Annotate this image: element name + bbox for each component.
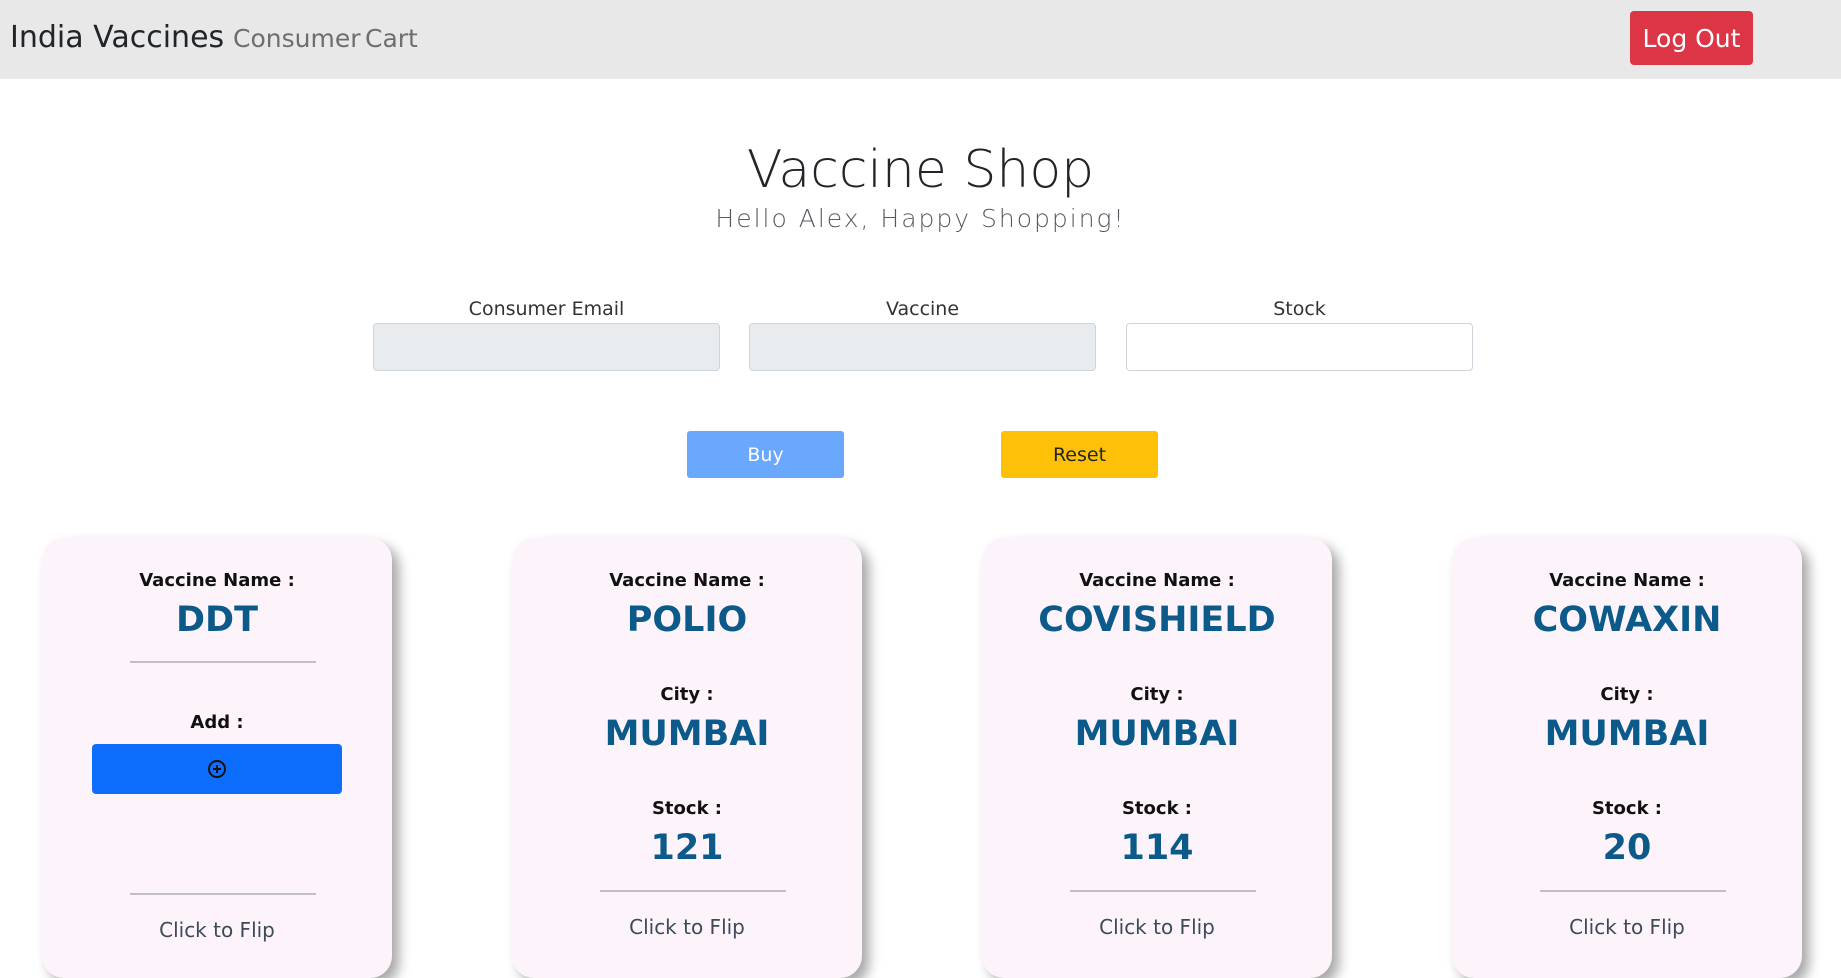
stock-label: Stock : [1591,798,1663,819]
city-value: MUMBAI [604,714,770,754]
vaccine-name-value: DDT [176,600,258,640]
brand-logo[interactable]: India Vaccines [10,20,224,55]
vaccine-card-polio[interactable]: Vaccine Name : POLIO City : MUMBAI Stock… [512,538,862,978]
click-to-flip[interactable]: Click to Flip [982,915,1332,939]
page-title: Vaccine Shop [746,140,1095,200]
city-label: City : [660,684,714,705]
divider [130,661,316,663]
stock-field[interactable] [1126,323,1473,371]
divider [1070,890,1256,892]
stock-label: Stock : [1121,798,1193,819]
nav-link-cart[interactable]: Cart [365,24,418,53]
reset-button[interactable]: Reset [1001,431,1158,478]
click-to-flip[interactable]: Click to Flip [512,915,862,939]
logout-button[interactable]: Log Out [1630,11,1753,65]
vaccine-label: Vaccine [885,298,960,320]
nav-link-consumer[interactable]: Consumer [233,24,360,53]
city-value: MUMBAI [1544,714,1710,754]
stock-label: Stock : [651,798,723,819]
vaccine-name-value: COWAXIN [1532,600,1722,640]
divider [130,893,316,895]
click-to-flip[interactable]: Click to Flip [42,918,392,942]
vaccine-card-ddt[interactable]: Vaccine Name : DDT Add : Click to Flip [42,538,392,978]
stock-value: 121 [650,828,724,868]
email-field[interactable] [373,323,720,371]
page-subtitle: Hello Alex, Happy Shopping! [715,204,1126,233]
stock-label: Stock [1273,298,1326,320]
stock-value: 114 [1120,828,1194,868]
vaccine-name-value: COVISHIELD [1038,600,1276,640]
add-label: Add : [190,712,244,733]
vaccine-card-covishield[interactable]: Vaccine Name : COVISHIELD City : MUMBAI … [982,538,1332,978]
vaccine-name-label: Vaccine Name : [1549,570,1705,591]
vaccine-name-value: POLIO [626,600,748,640]
plus-circle-icon [208,760,226,778]
vaccine-field[interactable] [749,323,1096,371]
vaccine-name-label: Vaccine Name : [1079,570,1235,591]
add-to-cart-button[interactable] [92,744,342,794]
click-to-flip[interactable]: Click to Flip [1452,915,1802,939]
vaccine-card-cowaxin[interactable]: Vaccine Name : COWAXIN City : MUMBAI Sto… [1452,538,1802,978]
divider [600,890,786,892]
city-label: City : [1600,684,1654,705]
city-label: City : [1130,684,1184,705]
vaccine-name-label: Vaccine Name : [609,570,765,591]
stock-value: 20 [1602,828,1652,868]
city-value: MUMBAI [1074,714,1240,754]
email-label: Consumer Email [468,298,625,320]
navbar: India Vaccines Consumer Cart Log Out [0,0,1841,79]
buy-button[interactable]: Buy [687,431,844,478]
divider [1540,890,1726,892]
vaccine-name-label: Vaccine Name : [139,570,295,591]
